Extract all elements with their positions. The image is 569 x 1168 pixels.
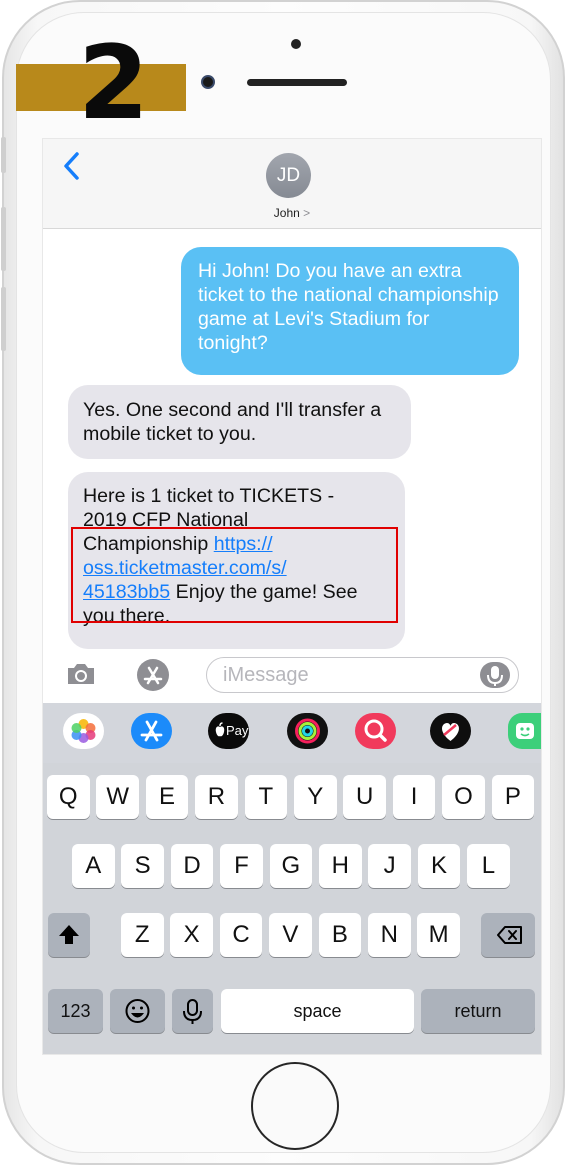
apple-pay-app-button[interactable]: Pay [208, 713, 249, 749]
app-store-icon [143, 666, 163, 685]
key-f[interactable]: F [220, 844, 263, 888]
backspace-icon [497, 926, 522, 944]
numbers-key[interactable]: 123 [48, 989, 103, 1033]
key-l[interactable]: L [467, 844, 510, 888]
step-number: 2 [78, 24, 149, 143]
back-button[interactable] [60, 149, 84, 183]
digital-touch-app-button[interactable] [430, 713, 471, 749]
key-e[interactable]: E [145, 775, 189, 819]
incoming-message[interactable]: Yes. One second and I'll transfer a mobi… [68, 385, 411, 459]
sticker-app-icon [516, 723, 534, 739]
activity-icon [295, 718, 320, 744]
message-text: Here is 1 ticket to TICKETS - [83, 485, 335, 507]
apple-pay-icon [215, 722, 225, 737]
app-store-icon [140, 720, 163, 742]
home-button[interactable] [251, 1062, 339, 1150]
key-r[interactable]: R [195, 775, 238, 819]
key-j[interactable]: J [368, 844, 411, 888]
key-i[interactable]: I [392, 775, 436, 819]
backspace-key[interactable] [481, 913, 535, 957]
earpiece-speaker [247, 79, 347, 86]
photos-icon [71, 719, 96, 743]
space-key[interactable]: space [221, 989, 414, 1033]
key-s[interactable]: S [121, 844, 164, 888]
apple-pay-label: Pay [226, 723, 249, 738]
apps-button[interactable] [137, 659, 169, 691]
contact-name-text: John [273, 206, 300, 220]
link-highlight-box [71, 527, 398, 623]
key-h[interactable]: H [319, 844, 362, 888]
outgoing-message[interactable]: Hi John! Do you have an extra ticket to … [181, 247, 519, 375]
conversation-header: JD John > [43, 139, 541, 229]
imessage-app-strip: Pay [43, 703, 541, 763]
key-a[interactable]: A [72, 844, 115, 888]
keyboard: QWERTYUIOP ASDFGHJKL ZXCVBNM 123 space r… [43, 763, 541, 1054]
mute-switch [1, 137, 6, 173]
key-g[interactable]: G [269, 844, 313, 888]
proximity-sensor [291, 39, 301, 49]
shift-key[interactable] [48, 913, 90, 957]
key-q[interactable]: Q [47, 775, 90, 819]
microphone-icon [183, 999, 202, 1024]
contact-chevron: > [303, 206, 311, 220]
image-search-icon [364, 719, 387, 742]
imessage-input[interactable] [206, 657, 519, 693]
emoji-key[interactable] [110, 989, 165, 1033]
shift-icon [59, 925, 79, 944]
key-x[interactable]: X [170, 913, 213, 957]
digital-touch-icon [442, 722, 459, 741]
dictation-key[interactable] [172, 989, 213, 1033]
key-o[interactable]: O [442, 775, 485, 819]
app-store-app-button[interactable] [131, 713, 172, 749]
contact-avatar[interactable]: JD [266, 153, 311, 198]
volume-up-button [1, 207, 6, 271]
key-d[interactable]: D [170, 844, 214, 888]
key-n[interactable]: N [368, 913, 411, 957]
chevron-left-icon [64, 152, 79, 180]
microphone-icon [487, 666, 503, 686]
image-search-app-button[interactable] [355, 713, 396, 749]
dictation-button[interactable] [480, 662, 510, 688]
activity-app-button[interactable] [287, 713, 328, 749]
key-p[interactable]: P [491, 775, 535, 819]
sticker-app-button[interactable] [508, 713, 541, 749]
emoji-icon [125, 999, 150, 1023]
key-k[interactable]: K [417, 844, 461, 888]
key-c[interactable]: C [219, 913, 263, 957]
compose-bar [43, 651, 541, 699]
key-m[interactable]: M [417, 913, 460, 957]
key-z[interactable]: Z [121, 913, 164, 957]
photos-app-button[interactable] [63, 713, 104, 749]
front-camera [201, 75, 215, 89]
contact-name[interactable]: John > [43, 206, 541, 220]
key-y[interactable]: Y [294, 775, 337, 819]
volume-down-button [1, 287, 6, 351]
key-w[interactable]: W [96, 775, 139, 819]
key-u[interactable]: U [343, 775, 386, 819]
key-t[interactable]: T [244, 775, 288, 819]
camera-icon [68, 664, 94, 684]
key-v[interactable]: V [269, 913, 312, 957]
return-key[interactable]: return [421, 989, 535, 1033]
camera-button[interactable] [65, 661, 97, 687]
messages-screen: JD John > Hi John! Do you have an extra … [42, 138, 542, 1055]
key-b[interactable]: B [318, 913, 362, 957]
